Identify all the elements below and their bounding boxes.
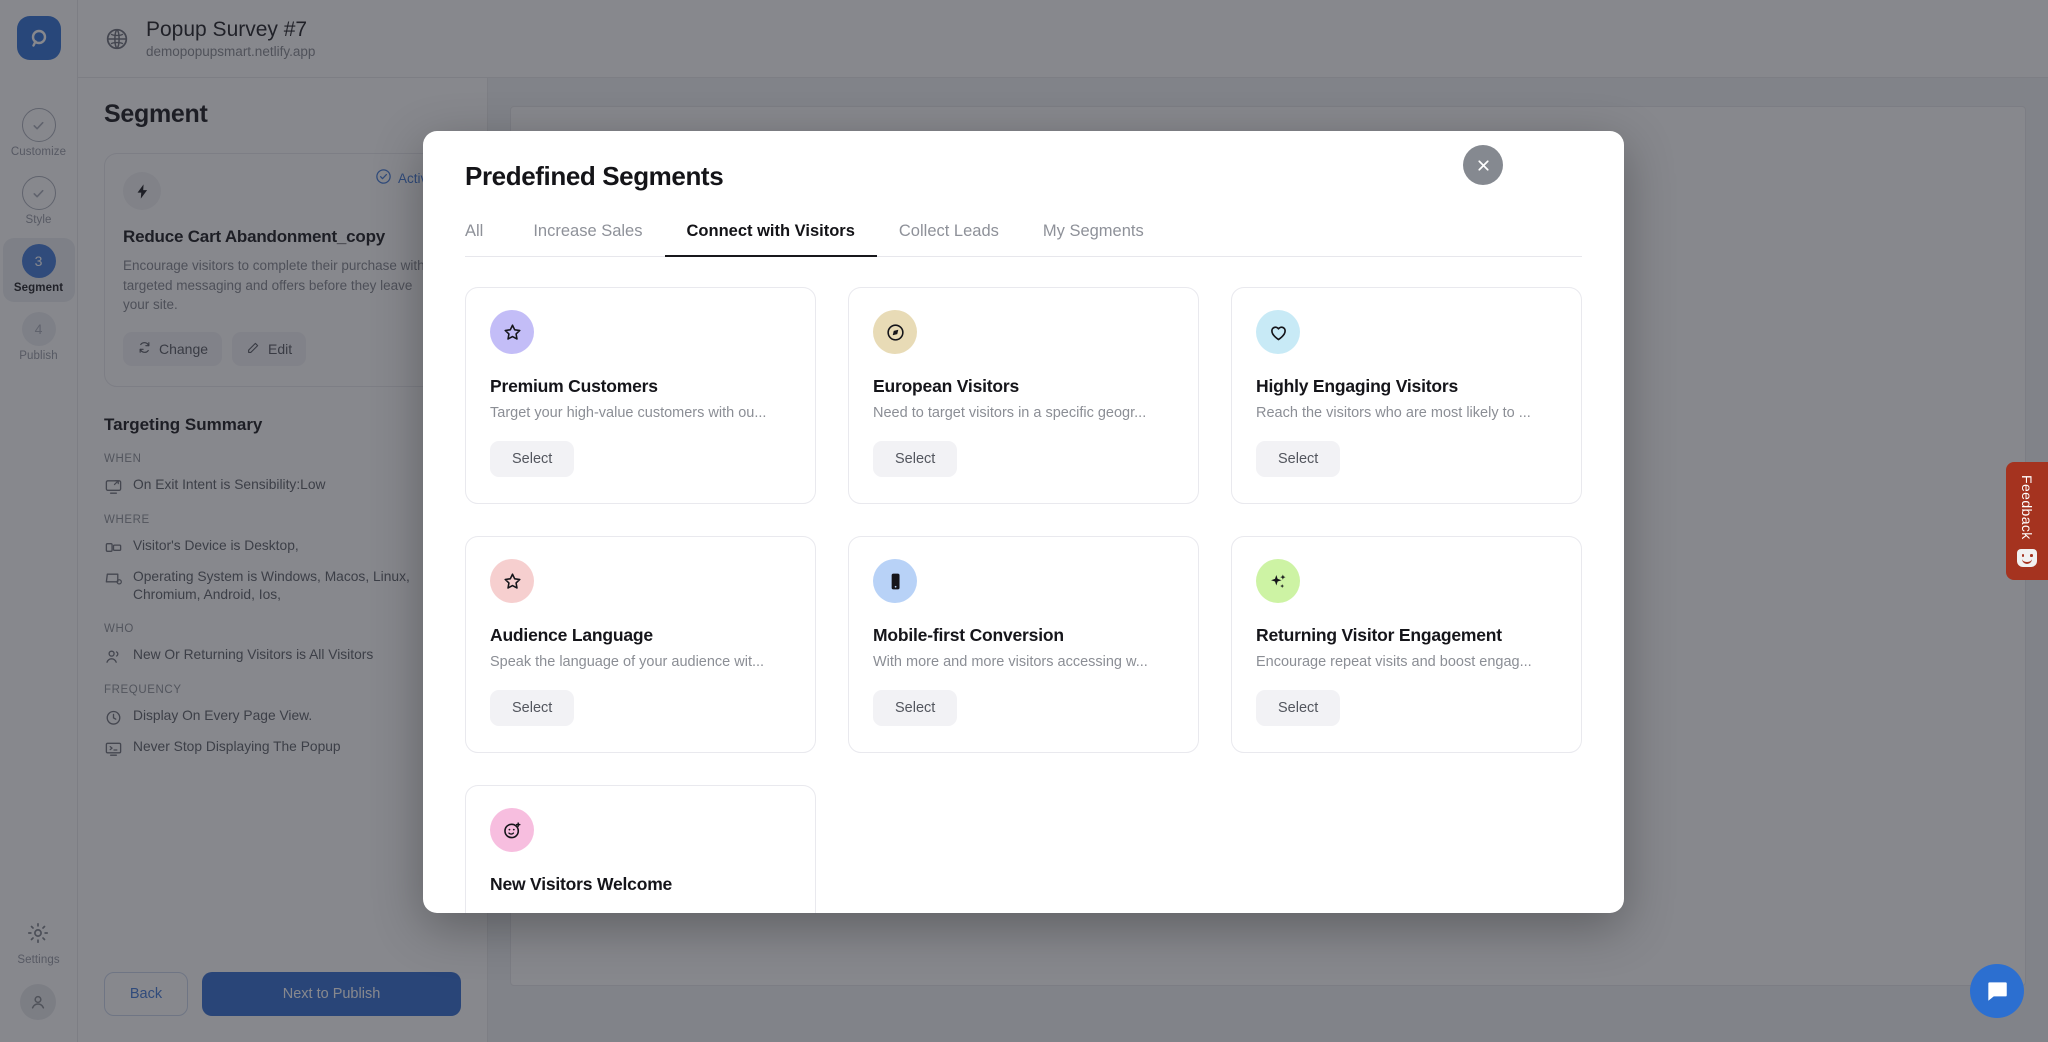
heart-icon [1256, 310, 1300, 354]
app-root: Customize Style 3 Segment 4 Publish [0, 0, 2048, 1042]
tab-my-segments[interactable]: My Segments [1021, 222, 1166, 256]
segment-title: New Visitors Welcome [490, 874, 791, 895]
sparkles-icon [1256, 559, 1300, 603]
segment-description: Need to target visitors in a specific ge… [873, 405, 1174, 421]
modal-header: Predefined Segments All Increase Sales C… [423, 131, 1624, 257]
segment-card-audience-language[interactable]: Audience Language Speak the language of … [465, 536, 816, 753]
smiley-icon [2017, 549, 2037, 567]
feedback-tab[interactable]: Feedback [2006, 462, 2048, 580]
select-button[interactable]: Select [873, 690, 957, 726]
tab-increase-sales[interactable]: Increase Sales [511, 222, 664, 256]
segment-card-highly-engaging-visitors[interactable]: Highly Engaging Visitors Reach the visit… [1231, 287, 1582, 504]
predefined-segments-modal: Predefined Segments All Increase Sales C… [423, 131, 1624, 913]
chat-bubble-icon[interactable] [1970, 964, 2024, 1018]
select-button[interactable]: Select [1256, 690, 1340, 726]
segment-card-premium-customers[interactable]: Premium Customers Target your high-value… [465, 287, 816, 504]
feedback-label: Feedback [2019, 475, 2035, 540]
select-button[interactable]: Select [1256, 441, 1340, 477]
tab-collect-leads[interactable]: Collect Leads [877, 222, 1021, 256]
segment-title: European Visitors [873, 376, 1174, 397]
select-button[interactable]: Select [490, 441, 574, 477]
select-button[interactable]: Select [490, 690, 574, 726]
compass-icon [873, 310, 917, 354]
modal-title: Predefined Segments [465, 161, 1582, 192]
segment-description: Encourage repeat visits and boost engag.… [1256, 654, 1557, 670]
segment-title: Highly Engaging Visitors [1256, 376, 1557, 397]
segment-description: With more and more visitors accessing w.… [873, 654, 1174, 670]
mobile-icon [873, 559, 917, 603]
close-icon[interactable] [1463, 145, 1503, 185]
segment-card-european-visitors[interactable]: European Visitors Need to target visitor… [848, 287, 1199, 504]
select-button[interactable]: Select [873, 441, 957, 477]
modal-body[interactable]: Premium Customers Target your high-value… [423, 257, 1624, 913]
segment-card-returning-visitor-engagement[interactable]: Returning Visitor Engagement Encourage r… [1231, 536, 1582, 753]
segment-card-new-visitors-welcome[interactable]: New Visitors Welcome Select [465, 785, 816, 913]
segment-description: Target your high-value customers with ou… [490, 405, 791, 421]
segment-description: Speak the language of your audience wit.… [490, 654, 791, 670]
segment-title: Audience Language [490, 625, 791, 646]
segment-description: Reach the visitors who are most likely t… [1256, 405, 1557, 421]
segment-card-mobile-first-conversion[interactable]: Mobile-first Conversion With more and mo… [848, 536, 1199, 753]
star-icon [490, 559, 534, 603]
tab-all[interactable]: All [465, 222, 505, 256]
modal-tabs: All Increase Sales Connect with Visitors… [465, 222, 1582, 257]
segment-title: Returning Visitor Engagement [1256, 625, 1557, 646]
segment-title: Premium Customers [490, 376, 791, 397]
segment-title: Mobile-first Conversion [873, 625, 1174, 646]
star-icon [490, 310, 534, 354]
segment-card-grid: Premium Customers Target your high-value… [465, 287, 1582, 913]
smiley-plus-icon [490, 808, 534, 852]
tab-connect-with-visitors[interactable]: Connect with Visitors [665, 222, 877, 256]
